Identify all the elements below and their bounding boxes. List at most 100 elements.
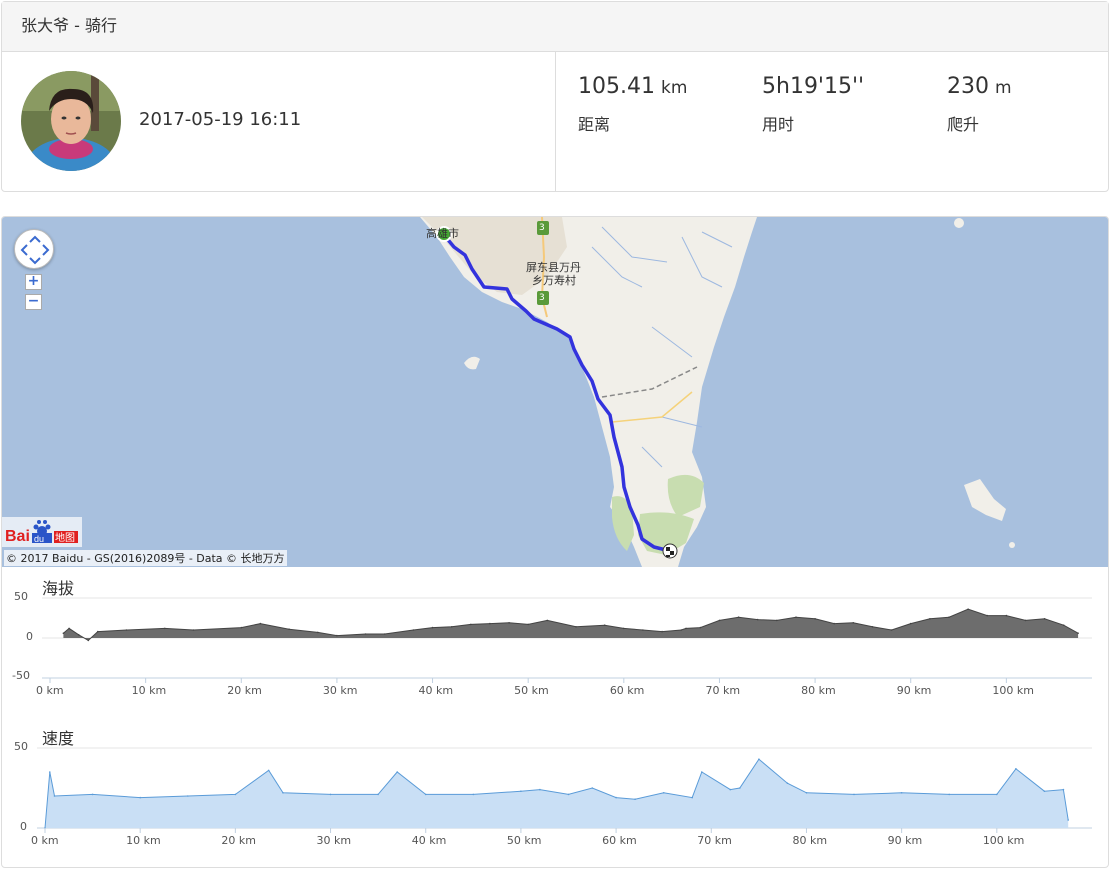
elevation-point [909, 622, 912, 625]
elevation-point [967, 608, 969, 610]
elevation-point [1077, 632, 1079, 634]
elevation-point [62, 632, 65, 634]
elevation-point [412, 629, 415, 631]
elevation-point [87, 639, 90, 642]
elevation-point [470, 623, 472, 626]
speed-point [539, 788, 541, 791]
x-tick-label: 60 km [602, 834, 637, 847]
elevation-point [77, 634, 80, 636]
elevation-point [546, 619, 549, 622]
route-detail-card: 3 3 高雄市 屏东县万丹 乡万寿村 + − Bai du 地图 © 2017 … [1, 216, 1109, 868]
elevation-point [1043, 618, 1046, 620]
speed-plot[interactable] [2, 722, 1108, 867]
elevation-point [718, 619, 721, 622]
speed-point [691, 796, 693, 799]
map-place-label: 乡万寿村 [532, 274, 576, 287]
speed-point [91, 793, 94, 796]
svg-text:Bai: Bai [5, 528, 30, 545]
elevation-point [508, 622, 510, 624]
x-tick-label: 70 km [697, 834, 732, 847]
speed-point [853, 793, 855, 796]
elevation-point [603, 624, 606, 626]
elevation-point [776, 619, 778, 622]
avatar[interactable] [21, 71, 121, 171]
elevation-point [336, 634, 338, 637]
stat-duration-value: 5h19'15'' [762, 74, 865, 99]
x-tick-label: 10 km [126, 834, 161, 847]
speed-point [662, 792, 665, 794]
speed-point [739, 787, 741, 789]
activity-datetime: 2017-05-19 16:11 [139, 109, 302, 130]
elevation-point [1024, 619, 1027, 622]
elevation-point [192, 629, 195, 631]
activity-summary-card: 张大爷 - 骑行 2017-05-19 16:11 105.41 km 距离 5h [1, 1, 1109, 192]
x-tick-label: 0 km [36, 684, 64, 697]
elevation-point [986, 614, 988, 617]
elevation-point [642, 629, 644, 631]
speed-point [729, 788, 732, 791]
elevation-plot[interactable] [2, 572, 1108, 707]
stat-distance-label: 距离 [578, 115, 611, 134]
elevation-point [125, 629, 128, 631]
speed-point [53, 795, 56, 797]
speed-point [758, 758, 760, 760]
elevation-point [685, 627, 687, 630]
speed-point [424, 793, 427, 796]
elevation-point [871, 626, 874, 628]
speed-point [1043, 790, 1046, 792]
elevation-point [317, 631, 319, 634]
elevation-point [164, 627, 166, 630]
road-shield-label: 3 [539, 223, 545, 233]
svg-text:du: du [34, 534, 44, 544]
pan-arrows-icon [20, 235, 50, 265]
x-tick-label: 100 km [992, 684, 1034, 697]
speed-point [634, 798, 636, 800]
elevation-point [737, 616, 740, 618]
x-tick-label: 60 km [609, 684, 645, 697]
elevation-point [288, 628, 290, 630]
speed-point [567, 793, 570, 796]
stat-duration: 5h19'15'' 用时 [762, 74, 870, 135]
elevation-point [929, 618, 931, 620]
elevation-point [699, 626, 702, 629]
speed-point [396, 771, 399, 773]
elevation-ytick: 0 [26, 630, 33, 643]
elevation-point [680, 629, 682, 631]
speed-ytick: 0 [20, 820, 27, 833]
elevation-point [890, 629, 893, 631]
map-city-label: 高雄市 [426, 227, 459, 240]
speed-point [329, 793, 332, 796]
speed-point [267, 769, 270, 772]
x-tick-label: 0 km [31, 834, 59, 847]
speed-point [786, 782, 789, 784]
elevation-point [450, 626, 453, 628]
map-zoom-out-button[interactable]: − [25, 294, 42, 310]
x-tick-label: 20 km [221, 834, 256, 847]
x-tick-label: 10 km [131, 684, 167, 697]
baidu-logo[interactable]: Bai du 地图 [2, 517, 82, 547]
elevation-point [1062, 624, 1065, 626]
speed-point [282, 792, 284, 794]
x-tick-label: 80 km [801, 684, 836, 697]
elevation-chart: 海拔 50 0 -50 0 km 10 km 20 km 30 km 40 km 50 k… [2, 572, 1108, 707]
speed-point [377, 793, 379, 796]
map-zoom-in-button[interactable]: + [25, 274, 42, 290]
speed-point [996, 793, 998, 796]
speed-point [1062, 788, 1065, 791]
route-map[interactable]: 3 3 高雄市 屏东县万丹 乡万寿村 + − Bai du 地图 © 2017 … [2, 217, 1108, 567]
elevation-point [240, 626, 243, 629]
elevation-point [575, 626, 577, 628]
activity-title: 张大爷 - 骑行 [2, 2, 1108, 52]
elevation-point [661, 630, 663, 633]
elevation-point [852, 622, 855, 624]
route-finish-marker [662, 543, 678, 559]
elevation-area [63, 609, 1079, 641]
x-tick-label: 90 km [887, 834, 923, 847]
speed-point [49, 771, 51, 773]
x-tick-label: 90 km [896, 684, 932, 697]
map-pan-control[interactable] [14, 229, 54, 269]
speed-point [900, 792, 903, 794]
svg-text:地图: 地图 [55, 531, 75, 544]
speed-point [701, 771, 703, 773]
stat-distance-unit: km [660, 78, 688, 98]
